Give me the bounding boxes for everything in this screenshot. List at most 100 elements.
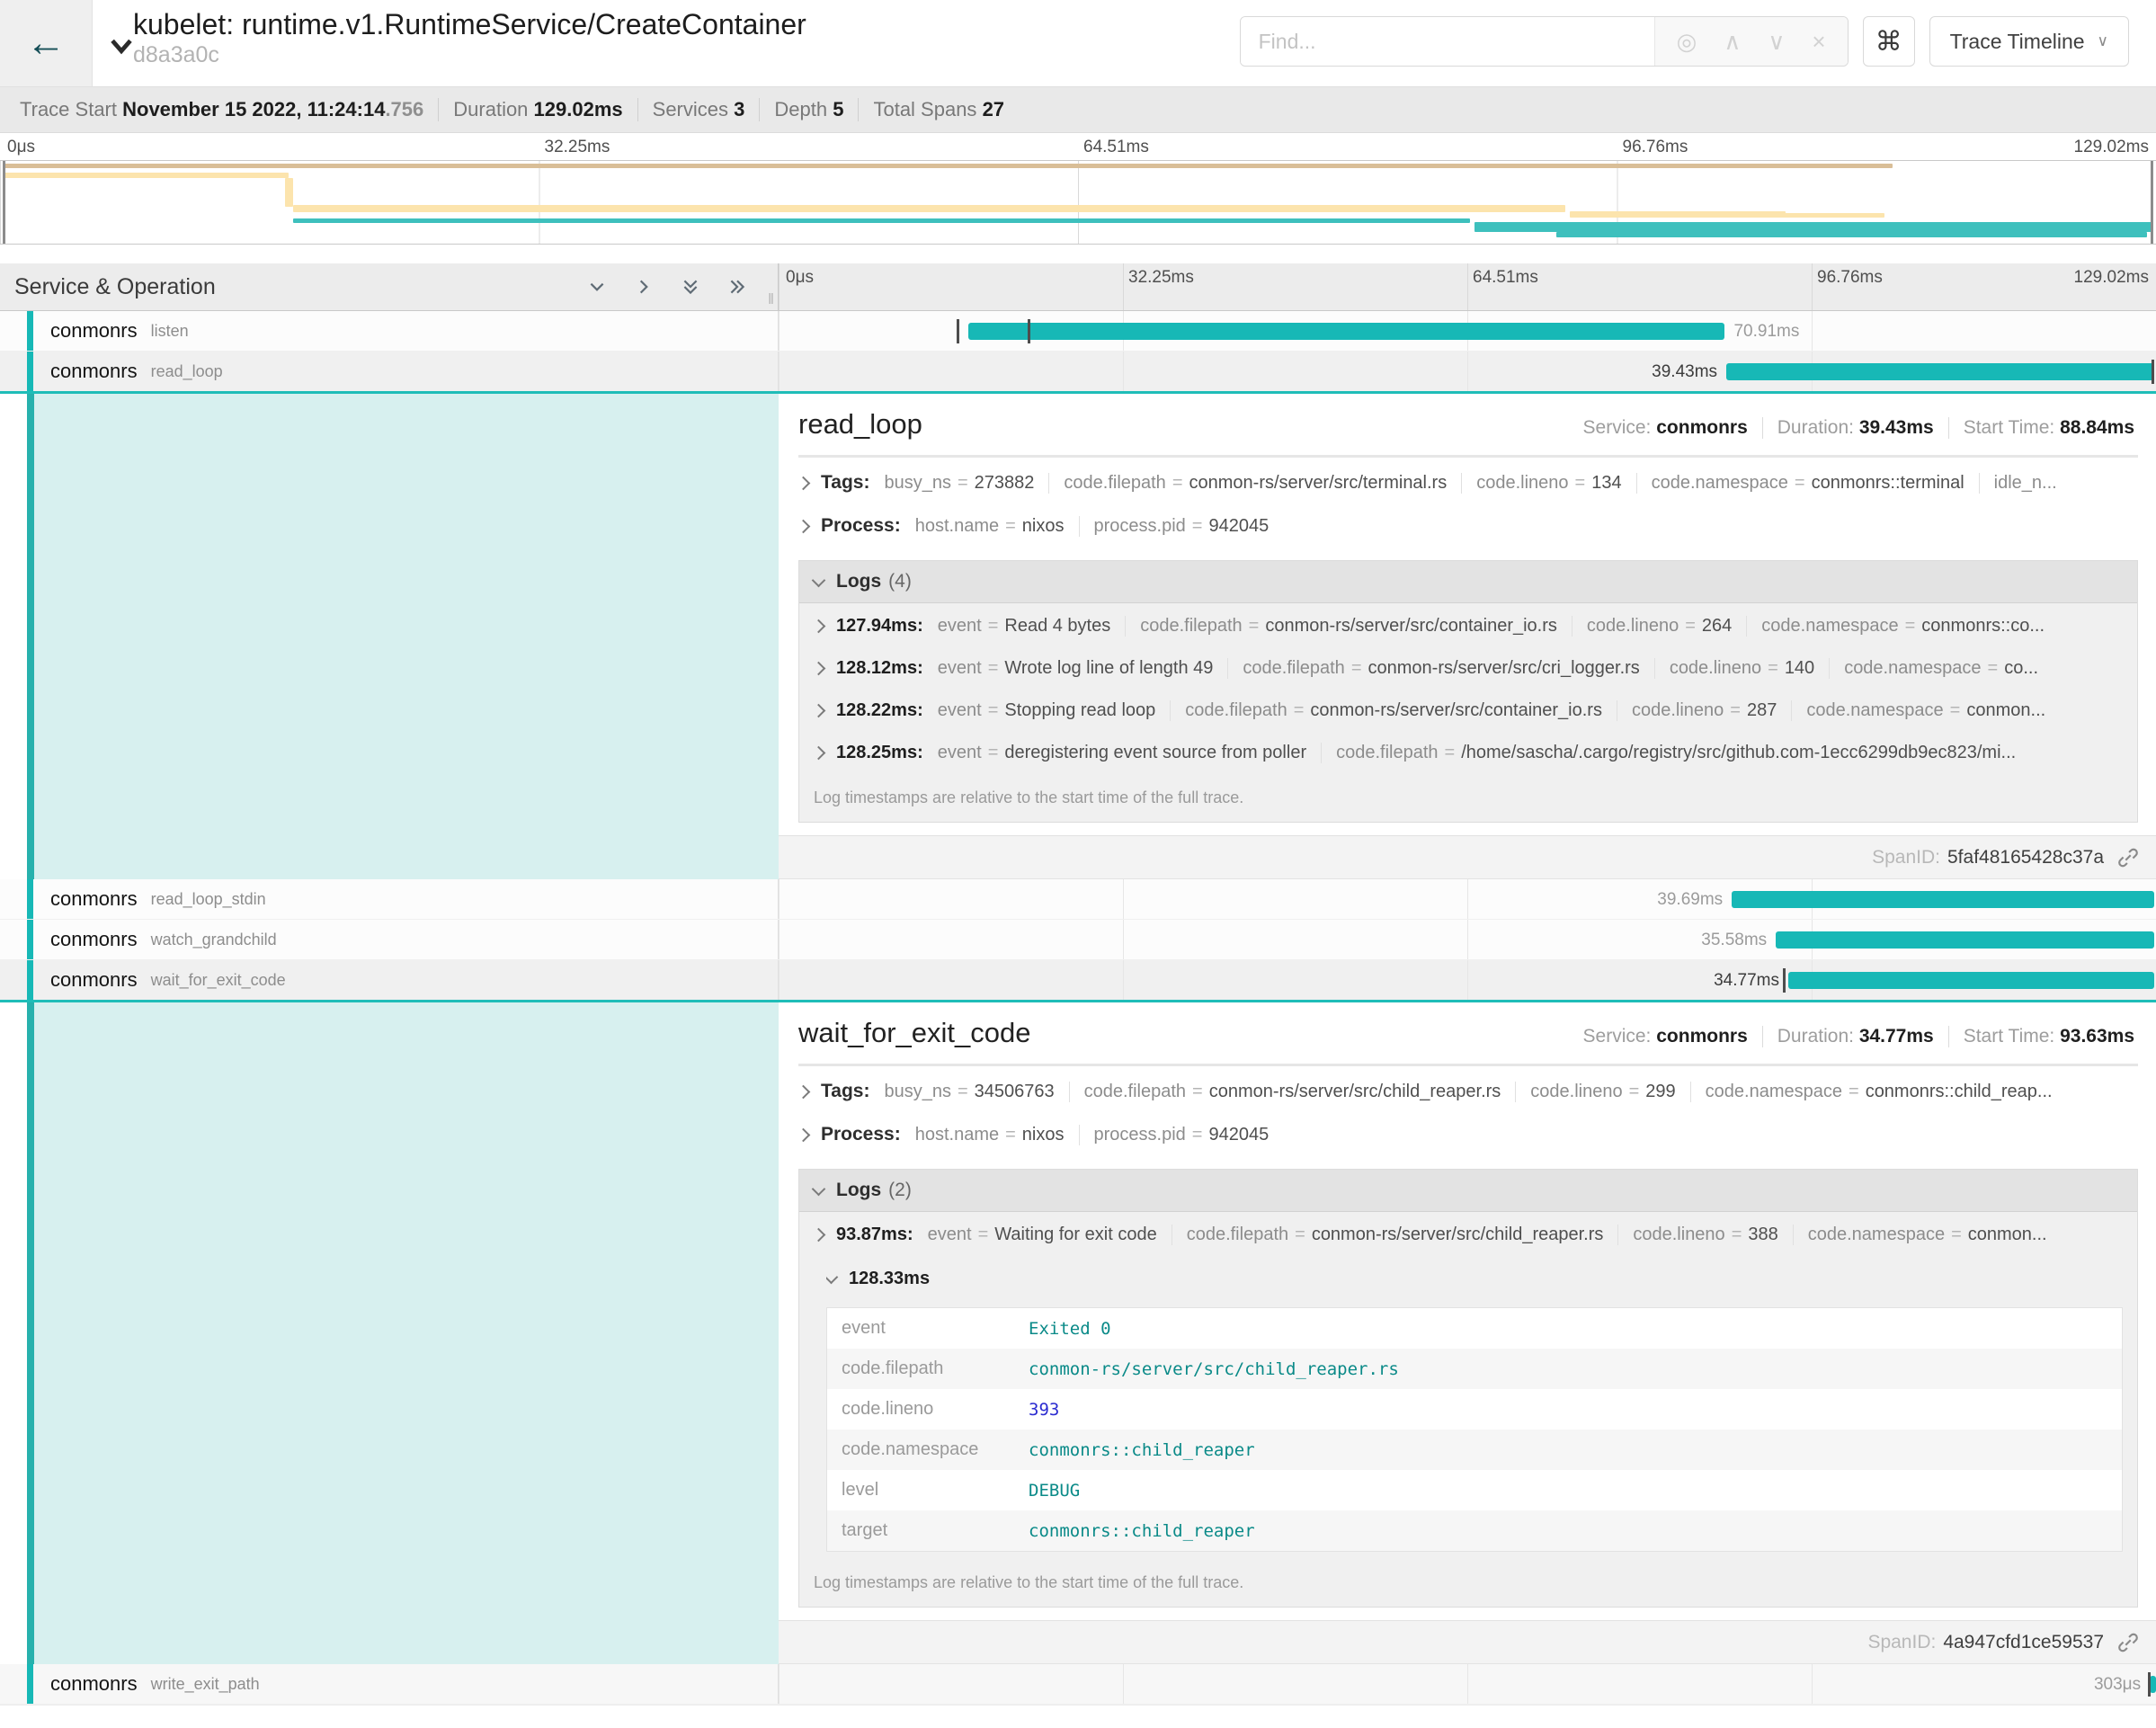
next-match-icon[interactable]: ∨ [1768,28,1785,56]
chevron-right-icon [798,1127,810,1142]
log-timestamp: 128.22ms: [836,700,923,721]
process-fields: host.name=nixosprocess.pid=942045 [915,1125,1270,1145]
deep-link-icon[interactable] [2116,1631,2140,1654]
tags-label: Tags: [821,1081,869,1102]
log-fields-table: eventExited 0code.filepathconmon-rs/serv… [826,1307,2123,1552]
minimap-left-handle[interactable] [3,161,5,244]
time-tick-label: 0μs [7,138,35,157]
logs-label: Logs [836,1180,881,1201]
span-id-label: SpanID: [1872,847,1940,868]
span-name-cell: conmonrsread_loop_stdin [0,879,779,919]
operation-name: wait_for_exit_code [151,971,286,990]
span-timeline-cell[interactable]: 39.43ms [779,352,2156,391]
time-tick-label: 0μs [786,268,814,288]
time-tick-label: 64.51ms [1083,138,1149,157]
log-entry[interactable]: 127.94ms: event=Read 4 bytescode.filepat… [799,603,2137,646]
find-area: ◎ ∧ ∨ × ⌘ Trace Timeline ∨ [1240,16,2129,67]
clear-search-icon[interactable]: × [1812,28,1825,56]
span-row-read-loop-stdin[interactable]: conmonrsread_loop_stdin 39.69ms [0,879,2156,920]
log-field-row: code.lineno393 [827,1389,2122,1430]
span-row-listen[interactable]: conmonrslisten 70.91ms [0,311,2156,352]
span-meta-item: Service: conmonrs [1569,1026,1763,1047]
log-entry[interactable]: 128.22ms: event=Stopping read loopcode.f… [799,688,2137,730]
tag-field: code.filepath=conmon-rs/server/src/termi… [1048,473,1447,494]
process-row[interactable]: Process: host.name=nixosprocess.pid=9420… [798,504,2138,548]
tag-field: code.filepath=conmon-rs/server/src/child… [1069,1082,1501,1102]
tag-fields: busy_ns=273882code.filepath=conmon-rs/se… [884,473,2056,494]
tags-row[interactable]: Tags: busy_ns=273882code.filepath=conmon… [798,461,2138,504]
focus-match-icon[interactable]: ◎ [1677,28,1697,56]
prev-match-icon[interactable]: ∧ [1724,28,1741,56]
expand-all-icon[interactable] [727,277,747,297]
time-tick-label: 96.76ms [1817,268,1883,288]
log-fields: event=Stopping read loopcode.filepath=co… [938,700,2045,721]
span-bar[interactable] [1776,931,2154,949]
logs-header[interactable]: Logs (2) [799,1170,2137,1212]
timeline-header: 0μs32.25ms64.51ms96.76ms129.02ms [779,263,2156,310]
field-value: conmonrs::child_reaper [1016,1521,1255,1541]
logs-header[interactable]: Logs (4) [799,561,2137,603]
field-value: conmonrs::child_reaper [1016,1440,1255,1460]
process-field: host.name=nixos [915,1125,1065,1145]
logs-section: Logs (2) 93.87ms: event=Waiting for exit… [798,1169,2138,1608]
span-bar[interactable] [2150,1676,2156,1693]
find-input[interactable] [1241,17,1654,66]
span-bar[interactable] [1726,363,2154,380]
span-timeline-cell[interactable]: 39.69ms [779,879,2156,919]
collapse-all-icon[interactable] [681,277,700,297]
tag-field: busy_ns=34506763 [884,1082,1054,1102]
process-row[interactable]: Process: host.name=nixosprocess.pid=9420… [798,1113,2138,1156]
log-field: event=deregistering event source from po… [938,743,1306,763]
collapse-one-icon[interactable] [587,277,607,297]
minimap-right-handle[interactable] [2151,161,2153,244]
timeline-minimap[interactable] [0,160,2156,245]
expand-one-icon[interactable] [634,277,654,297]
tags-row[interactable]: Tags: busy_ns=34506763 code.filepath=conm… [798,1070,2138,1113]
span-bar[interactable] [968,323,1724,340]
logs-label: Logs [836,571,881,592]
column-resize-handle[interactable]: ‖ [768,290,774,308]
chevron-right-icon [812,619,826,634]
field-value: 393 [1016,1400,1059,1420]
span-timeline-cell[interactable]: 303μs [779,1664,2156,1704]
log-field: code.lineno=264 [1572,616,1732,637]
span-name-cell: conmonrswrite_exit_path [0,1664,779,1704]
span-row-watch-grandchild[interactable]: conmonrswatch_grandchild 35.58ms [0,920,2156,960]
field-key: code.namespace [827,1439,1016,1460]
span-row-read-loop[interactable]: conmonrsread_loop 39.43ms [0,352,2156,394]
keyboard-shortcuts-button[interactable]: ⌘ [1863,16,1915,67]
span-duration-label: 70.91ms [1733,311,1799,352]
log-field: event=Waiting for exit code [928,1225,1157,1245]
trace-view-selector[interactable]: Trace Timeline ∨ [1929,16,2129,67]
span-timeline-cell[interactable]: 35.58ms [779,920,2156,959]
span-timeline-cell[interactable]: 34.77ms [779,960,2156,1000]
span-bar[interactable] [1788,972,2155,989]
deep-link-icon[interactable] [2116,846,2140,869]
operation-name: write_exit_path [151,1675,260,1694]
log-timestamp: 93.87ms: [836,1225,913,1245]
span-detail-title: read_loop [798,408,922,441]
span-name-cell: conmonrslisten [0,311,779,351]
log-entry[interactable]: 93.87ms: event=Waiting for exit codecode… [799,1212,2137,1254]
log-timestamp: 128.25ms: [836,743,923,763]
tag-field: code.namespace=conmonrs::terminal [1636,473,1964,494]
span-meta: Service: conmonrsDuration: 39.43msStart … [1569,417,2138,439]
span-row-write-exit-path[interactable]: conmonrswrite_exit_path 303μs [0,1664,2156,1705]
detail-gutter [0,394,779,879]
span-row-wait-for-exit-code[interactable]: conmonrswait_for_exit_code 34.77ms [0,960,2156,1002]
chevron-right-icon [812,1228,826,1243]
back-button[interactable]: ← [0,0,93,86]
span-duration-label: 35.58ms [1701,920,1767,960]
trace-collapse-chevron-icon[interactable] [106,31,137,61]
log-fields: event=Wrote log line of length 49code.fi… [938,658,2038,679]
log-entry[interactable]: 128.25ms: event=deregistering event sour… [799,730,2137,772]
span-id-row: SpanID: 5faf48165428c37a [779,835,2156,878]
span-name-cell: conmonrsread_loop [0,352,779,391]
chevron-down-icon: ∨ [2098,32,2108,50]
span-bar[interactable] [1732,891,2154,908]
expanded-log-header[interactable]: 128.33ms [826,1256,2123,1298]
span-timeline-cell[interactable]: 70.91ms [779,311,2156,351]
minimap-span-bar [1474,222,2152,232]
tag-fields: busy_ns=34506763 code.filepath=conmon-rs/… [884,1082,2052,1102]
log-entry[interactable]: 128.12ms: event=Wrote log line of length… [799,646,2137,688]
